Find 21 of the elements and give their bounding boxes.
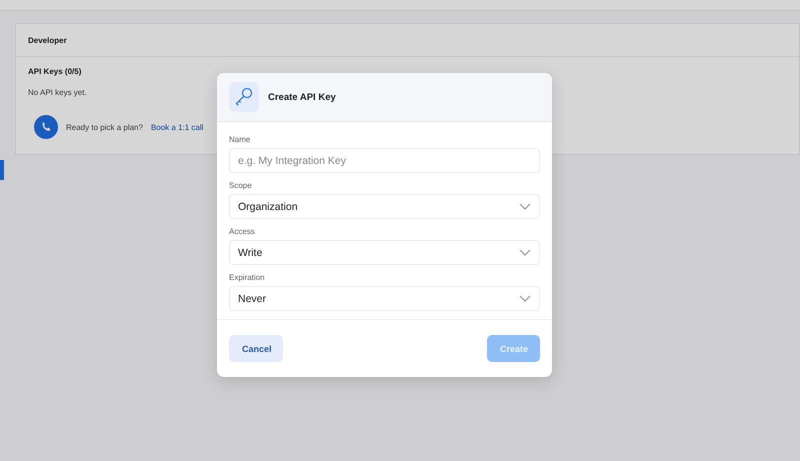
field-label: Access: [229, 227, 256, 236]
chevron-down-icon: [519, 249, 531, 256]
cta-text: Ready to pick a plan?: [66, 122, 143, 132]
select-field[interactable]: Never: [229, 286, 540, 311]
section-title: Developer: [28, 36, 67, 45]
dialog-title: Create API Key: [268, 92, 336, 102]
select-field[interactable]: Write: [229, 240, 540, 265]
field-label: Scope: [229, 181, 253, 190]
empty-text: No API keys yet.: [28, 88, 87, 97]
sidebar-indicator: [0, 160, 4, 180]
key-icon: [229, 82, 259, 112]
phone-icon: [34, 115, 58, 139]
field-label: Name: [229, 135, 252, 144]
select-field[interactable]: Organization: [229, 194, 540, 219]
chevron-down-icon: [519, 203, 531, 210]
chevron-down-icon: [519, 295, 531, 302]
book-call-link[interactable]: Book a 1:1 call: [150, 122, 204, 132]
card-title: API Keys (0/5): [28, 67, 82, 76]
cancel-button[interactable]: Cancel: [229, 335, 283, 362]
name-field[interactable]: e.g. My Integration Key: [229, 148, 540, 173]
field-label: Expiration: [229, 273, 266, 282]
